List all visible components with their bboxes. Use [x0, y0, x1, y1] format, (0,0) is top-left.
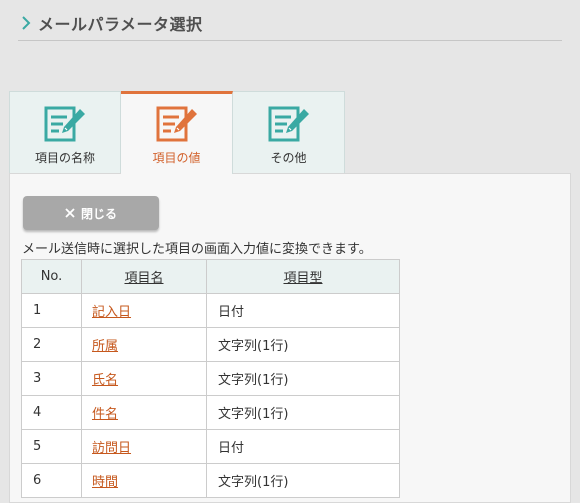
tab-item-name[interactable]: 項目の名称: [9, 91, 121, 173]
parameter-table: No. 項目名 項目型 1 記入日 日付 2 所属 文字列(1行) 3 氏名 文…: [21, 259, 400, 498]
row-number: 2: [21, 327, 82, 362]
item-name-link[interactable]: 記入日: [92, 305, 131, 320]
column-header-no: No.: [21, 259, 82, 294]
item-name-cell: 所属: [81, 327, 207, 362]
close-icon: [65, 208, 75, 218]
tab-label: その他: [270, 151, 307, 165]
row-number: 5: [21, 429, 82, 464]
item-name-cell: 時間: [81, 463, 207, 498]
tab-item-value[interactable]: 項目の値: [121, 91, 233, 174]
table-header-row: No. 項目名 項目型: [21, 259, 400, 294]
item-type-cell: 文字列(1行): [206, 361, 400, 396]
item-type-cell: 文字列(1行): [206, 395, 400, 430]
item-name-cell: 記入日: [81, 293, 207, 328]
tab-panel: 閉じる メール送信時に選択した項目の画面入力値に変換できます。 No. 項目名 …: [9, 173, 571, 503]
table-row: 2 所属 文字列(1行): [21, 327, 400, 362]
edit-note-icon: [156, 106, 197, 142]
column-header-type[interactable]: 項目型: [206, 259, 400, 294]
row-number: 3: [21, 361, 82, 396]
close-button-label: 閉じる: [80, 206, 117, 221]
tab-label: 項目の値: [152, 151, 201, 165]
table-row: 4 件名 文字列(1行): [21, 395, 400, 430]
page-title: メールパラメータ選択: [38, 15, 203, 34]
table-row: 6 時間 文字列(1行): [21, 463, 400, 498]
item-name-link[interactable]: 所属: [92, 339, 118, 354]
item-name-link[interactable]: 訪問日: [92, 441, 131, 456]
item-type-cell: 日付: [206, 429, 400, 464]
edit-note-icon: [44, 106, 85, 142]
edit-note-icon: [268, 106, 309, 142]
item-name-cell: 訪問日: [81, 429, 207, 464]
chevron-right-icon: [18, 15, 34, 31]
sort-name-link[interactable]: 項目名: [124, 271, 163, 286]
close-button[interactable]: 閉じる: [23, 196, 159, 230]
row-number: 4: [21, 395, 82, 430]
row-number: 6: [21, 463, 82, 498]
item-name-link[interactable]: 氏名: [92, 373, 118, 388]
item-name-cell: 件名: [81, 395, 207, 430]
item-type-cell: 文字列(1行): [206, 463, 400, 498]
tab-label: 項目の名称: [34, 151, 95, 165]
row-number: 1: [21, 293, 82, 328]
item-name-link[interactable]: 件名: [92, 407, 118, 422]
page-header: メールパラメータ選択: [18, 6, 562, 41]
item-type-cell: 日付: [206, 293, 400, 328]
sort-type-link[interactable]: 項目型: [283, 271, 322, 286]
column-header-name[interactable]: 項目名: [81, 259, 207, 294]
table-row: 3 氏名 文字列(1行): [21, 361, 400, 396]
tab-bar: 項目の名称 項目の値 その他: [9, 91, 345, 175]
table-row: 1 記入日 日付: [21, 293, 400, 328]
item-name-cell: 氏名: [81, 361, 207, 396]
table-row: 5 訪問日 日付: [21, 429, 400, 464]
tab-other[interactable]: その他: [233, 91, 345, 173]
item-type-cell: 文字列(1行): [206, 327, 400, 362]
description-text: メール送信時に選択した項目の画面入力値に変換できます。: [22, 242, 372, 257]
